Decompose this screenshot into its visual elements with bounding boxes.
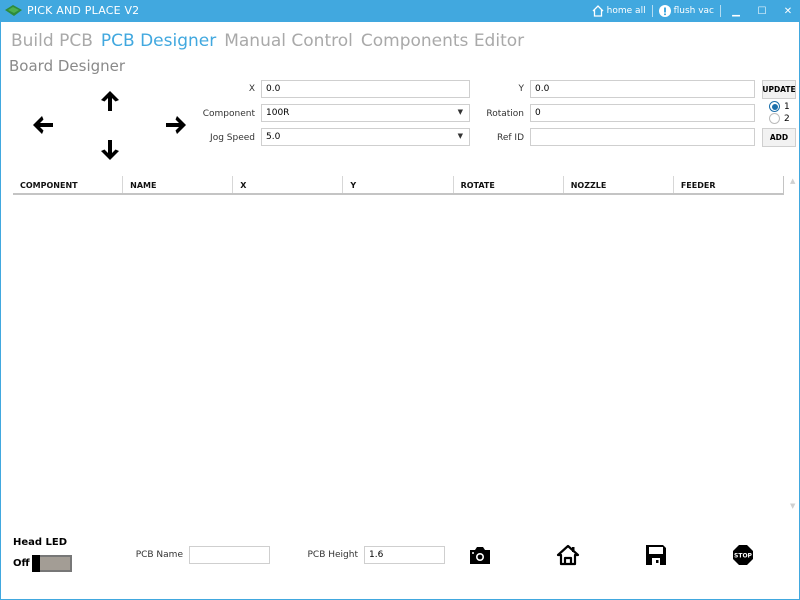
update-button[interactable]: UPDATE: [762, 80, 796, 99]
toggle-thumb[interactable]: [32, 555, 40, 572]
components-grid-header: COMPONENT NAME X Y ROTATE NOZZLE FEEDER: [13, 176, 784, 195]
home-all-button[interactable]: home all: [588, 5, 650, 17]
radio-dot: [769, 101, 780, 112]
pcb-name-label: PCB Name: [135, 550, 183, 560]
x-input[interactable]: 0.0: [261, 80, 470, 98]
head-led-label: Head LED: [13, 537, 68, 548]
maximize-button[interactable]: ☐: [749, 0, 775, 22]
column-header-y[interactable]: Y: [343, 176, 454, 193]
pcb-height-input[interactable]: 1.6: [364, 546, 445, 564]
camera-icon: [470, 547, 490, 564]
tab-build-pcb[interactable]: Build PCB: [11, 31, 93, 51]
y-input[interactable]: 0.0: [530, 80, 755, 98]
tab-components-editor[interactable]: Components Editor: [361, 31, 524, 51]
ref-id-label: Ref ID: [497, 133, 524, 143]
stop-button[interactable]: STOP: [731, 543, 755, 567]
rotation-input[interactable]: 0: [530, 104, 755, 122]
home-icon: [592, 5, 604, 17]
head-led-state: Off: [13, 558, 30, 569]
pcb-name-input[interactable]: [189, 546, 270, 564]
scroll-up-button[interactable]: ▲: [790, 177, 795, 185]
camera-button[interactable]: [468, 543, 492, 567]
component-label: Component: [202, 109, 255, 119]
pcb-logo-icon: [5, 5, 22, 16]
minimize-button[interactable]: ▁: [723, 0, 749, 22]
y-label: Y: [518, 84, 525, 94]
flush-vac-label: flush vac: [673, 6, 714, 16]
home-all-label: home all: [606, 6, 646, 16]
nozzle-radio-2[interactable]: 2: [769, 113, 790, 124]
main-tabs: Build PCB PCB Designer Manual Control Co…: [11, 31, 524, 51]
tab-manual-control[interactable]: Manual Control: [224, 31, 353, 51]
divider: [651, 5, 653, 17]
app-window: PICK AND PLACE V2 home all flush vac ▁ ☐…: [0, 0, 800, 600]
minimize-icon: ▁: [732, 5, 740, 17]
component-select[interactable]: 100R ▼: [261, 104, 470, 122]
component-value: 100R: [266, 108, 290, 118]
close-button[interactable]: ✕: [775, 0, 800, 22]
chevron-down-icon: ▼: [457, 108, 463, 116]
home-icon: [556, 544, 580, 566]
window-title: PICK AND PLACE V2: [27, 4, 140, 17]
home-button[interactable]: [556, 543, 580, 567]
jog-down-button[interactable]: [98, 138, 122, 162]
head-led-toggle[interactable]: [32, 555, 72, 572]
scroll-down-button[interactable]: ▼: [790, 502, 795, 510]
rotation-label: Rotation: [486, 109, 524, 119]
column-header-nozzle[interactable]: NOZZLE: [564, 176, 674, 193]
page-subtitle: Board Designer: [9, 57, 126, 75]
nozzle-radio-1[interactable]: 1: [769, 101, 790, 112]
column-header-x[interactable]: X: [233, 176, 344, 193]
jog-left-button[interactable]: [31, 113, 55, 137]
maximize-icon: ☐: [757, 5, 767, 17]
title-bar: PICK AND PLACE V2 home all flush vac ▁ ☐…: [1, 0, 800, 22]
exclamation-icon: [658, 5, 671, 17]
add-button[interactable]: ADD: [762, 128, 796, 147]
jog-up-button[interactable]: [98, 89, 122, 113]
column-header-name[interactable]: NAME: [123, 176, 234, 193]
radio-label: 1: [784, 101, 790, 112]
column-header-feeder[interactable]: FEEDER: [674, 176, 784, 193]
flush-vac-button[interactable]: flush vac: [655, 5, 718, 17]
pcb-height-label: PCB Height: [307, 550, 359, 560]
tab-pcb-designer[interactable]: PCB Designer: [101, 31, 216, 51]
jog-speed-select[interactable]: 5.0 ▼: [261, 128, 470, 146]
stop-text: STOP: [734, 553, 753, 560]
save-button[interactable]: [644, 543, 668, 567]
x-label: X: [248, 84, 255, 94]
floppy-disk-icon: [646, 545, 666, 565]
close-icon: ✕: [783, 5, 793, 17]
jog-speed-value: 5.0: [266, 132, 281, 142]
divider: [720, 5, 721, 17]
column-header-rotate[interactable]: ROTATE: [454, 176, 564, 193]
jog-speed-label: Jog Speed: [210, 133, 255, 143]
ref-id-input[interactable]: [530, 128, 755, 146]
column-header-component[interactable]: COMPONENT: [13, 176, 124, 193]
radio-dot: [769, 113, 780, 124]
jog-right-button[interactable]: [164, 113, 188, 137]
chevron-down-icon: ▼: [457, 132, 463, 140]
radio-label: 2: [784, 113, 790, 124]
